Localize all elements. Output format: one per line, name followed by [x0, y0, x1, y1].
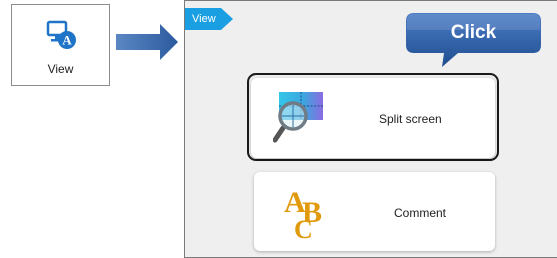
view-button[interactable]: A View: [11, 4, 110, 86]
click-callout: Click: [406, 12, 544, 68]
svg-text:A: A: [62, 33, 72, 48]
view-button-label: View: [47, 62, 74, 76]
view-panel: View Click Split screen A B C Comment: [184, 0, 557, 258]
abc-comment-icon: A B C: [284, 186, 322, 240]
svg-text:C: C: [294, 215, 313, 240]
comment-button[interactable]: A B C Comment: [254, 172, 495, 251]
split-screen-label: Split screen: [379, 112, 442, 126]
flow-arrow-icon: [116, 24, 178, 60]
view-tag: View: [185, 8, 233, 30]
split-screen-magnifier-icon: [273, 92, 323, 143]
split-screen-button[interactable]: Split screen: [251, 78, 495, 158]
click-callout-label: Click: [450, 22, 497, 43]
monitor-with-text-icon: A: [46, 20, 76, 49]
comment-label: Comment: [394, 206, 447, 220]
